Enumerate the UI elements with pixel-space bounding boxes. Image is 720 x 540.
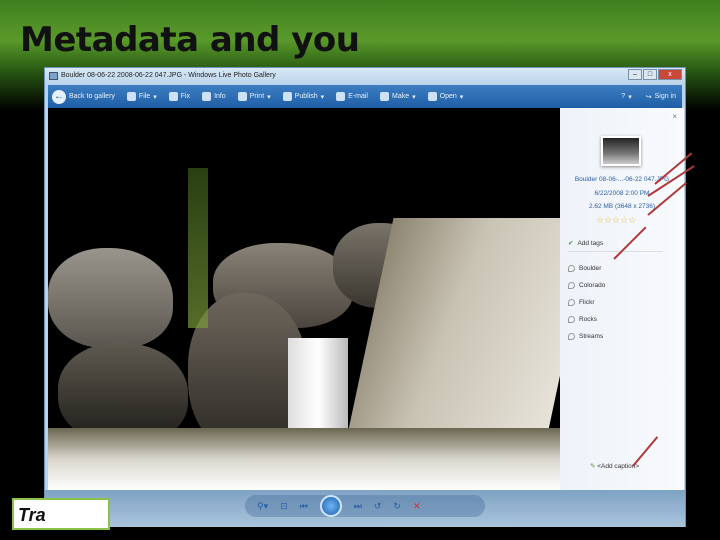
playback-bar: ⚲▾ ⊡ ⏮ ⏭ ↺ ↻ ✕: [45, 490, 685, 527]
caption-icon: ✎: [590, 463, 596, 470]
slide-title: Metadata and you: [20, 20, 360, 60]
tag-item[interactable]: Rocks: [568, 311, 663, 328]
add-tag-icon: ✔: [568, 240, 574, 247]
file-size: 2.62 MB (3648 x 2736): [588, 203, 656, 210]
rotate-right-icon[interactable]: ↻: [393, 501, 401, 512]
sign-in-button[interactable]: ↪ Sign in: [646, 93, 676, 101]
email-icon: [336, 92, 346, 101]
email-button[interactable]: E-mail: [336, 92, 368, 101]
tag-icon: [568, 282, 575, 289]
window-title: Boulder 08-06-22 2008-06-22 047.JPG - Wi…: [61, 72, 276, 79]
maximize-button[interactable]: □: [643, 69, 657, 80]
info-button[interactable]: Info: [202, 92, 226, 101]
print-icon: [237, 92, 247, 101]
photo-gallery-window: Boulder 08-06-22 2008-06-22 047.JPG - Wi…: [44, 67, 686, 527]
tag-icon: [568, 265, 575, 272]
help-button[interactable]: ? ▾: [621, 93, 631, 101]
tag-icon: [568, 316, 575, 323]
file-icon: [126, 92, 136, 101]
tag-item[interactable]: Colorado: [568, 277, 663, 294]
make-menu[interactable]: Make ▾: [380, 92, 416, 101]
photo-thumbnail: [601, 136, 641, 166]
publish-icon: [282, 92, 292, 101]
publish-menu[interactable]: Publish ▾: [282, 92, 324, 101]
app-icon: [49, 72, 58, 80]
rotate-left-icon[interactable]: ↺: [374, 501, 382, 512]
next-button[interactable]: ⏭: [354, 501, 362, 512]
date-taken[interactable]: 6/22/2008 2:00 PM: [560, 190, 684, 197]
footer-logo: Tra: [12, 498, 110, 530]
info-pane: × Boulder 08-06-...-06-22 047.JPG 6/22/2…: [560, 108, 684, 490]
file-menu[interactable]: File ▾: [126, 92, 157, 101]
add-tags-button[interactable]: ✔ Add tags: [568, 235, 663, 252]
photo-view: [48, 108, 560, 490]
previous-button[interactable]: ⏮: [300, 501, 308, 512]
back-to-gallery-button[interactable]: ← Back to gallery: [52, 89, 115, 104]
make-icon: [380, 92, 389, 101]
fix-button[interactable]: Fix: [168, 92, 190, 101]
fix-icon: [168, 92, 178, 101]
close-button[interactable]: x: [658, 69, 682, 80]
print-menu[interactable]: Print ▾: [237, 92, 271, 101]
zoom-icon[interactable]: ⚲▾: [257, 501, 268, 512]
tag-icon: [568, 299, 575, 306]
open-menu[interactable]: Open ▾: [427, 92, 463, 101]
actual-size-icon[interactable]: ⊡: [280, 501, 288, 512]
add-caption-button[interactable]: ✎ <Add caption>: [590, 462, 639, 470]
tag-icon: [568, 333, 575, 340]
toolbar: ← Back to gallery File ▾ Fix Info Print ▾ P…: [48, 85, 682, 108]
minimize-button[interactable]: –: [628, 69, 642, 80]
tag-item[interactable]: Boulder: [568, 260, 663, 277]
sign-in-icon: ↪: [645, 93, 652, 101]
tag-list: ✔ Add tags Boulder Colorado Flickr Rocks …: [568, 235, 663, 345]
info-icon: [202, 92, 212, 101]
slideshow-button[interactable]: [319, 495, 342, 517]
delete-icon[interactable]: ✕: [413, 501, 421, 512]
close-pane-button[interactable]: ×: [672, 112, 677, 121]
star-rating[interactable]: ☆☆☆☆☆: [596, 215, 636, 226]
tag-item[interactable]: Streams: [568, 328, 663, 345]
back-arrow-icon: ←: [52, 89, 66, 104]
title-bar: Boulder 08-06-22 2008-06-22 047.JPG - Wi…: [45, 68, 685, 84]
open-icon: [427, 92, 437, 101]
tag-item[interactable]: Flickr: [568, 294, 663, 311]
